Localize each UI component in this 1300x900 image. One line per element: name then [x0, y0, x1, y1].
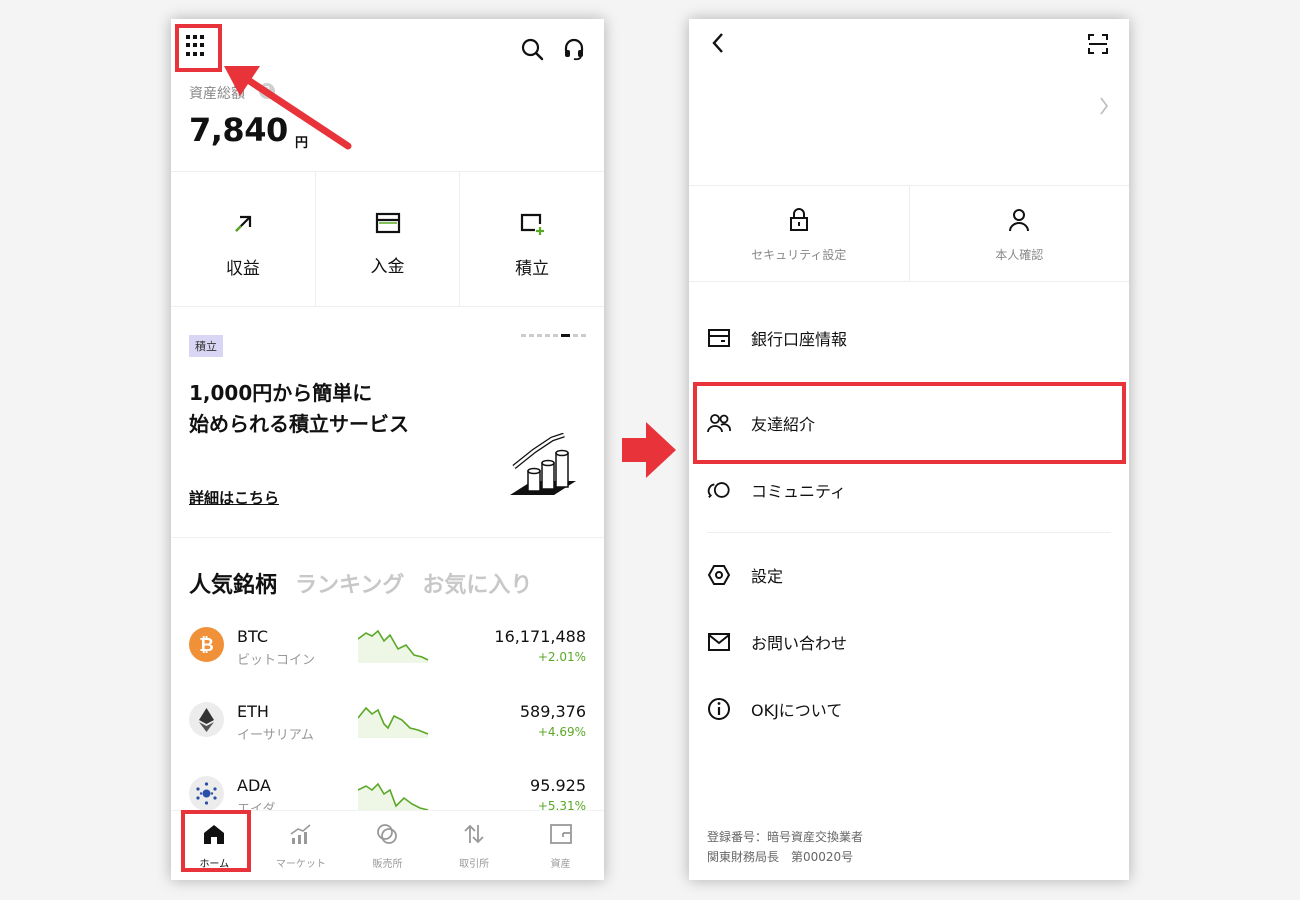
security-settings-button[interactable]: セキュリティ設定	[689, 186, 910, 281]
promo-banner[interactable]: 積立 1,000円から簡単に 始められる積立サービス 詳細はこちら	[171, 308, 604, 538]
wallet-icon	[549, 823, 573, 849]
menu-label: お問い合わせ	[751, 634, 848, 653]
menu-settings[interactable]: 設定	[707, 563, 783, 587]
info-icon	[707, 697, 731, 721]
coin-row-eth[interactable]: ETH イーサリアム 589,376 +4.69%	[171, 694, 604, 754]
settings-hexagon-icon	[707, 563, 731, 587]
quick-action-label: 入金	[370, 257, 405, 277]
quick-action-label: 積立	[515, 259, 550, 279]
header-actions	[520, 37, 586, 65]
recurring-plus-icon	[519, 212, 545, 240]
tab-ranking[interactable]: ランキング	[295, 567, 404, 599]
sparkline-chart	[357, 627, 430, 667]
quick-actions: 収益 入金 積立	[171, 171, 604, 307]
quick-action-deposit[interactable]: 入金	[316, 172, 461, 306]
coins-icon	[375, 823, 399, 849]
coin-name: イーサリアム	[237, 728, 314, 743]
quick-action-recurring[interactable]: 積立	[460, 172, 604, 306]
registration-note: 登録番号：暗号資産交換業者 関東財務局長 第00020号	[707, 830, 864, 864]
nav-label: マーケット	[275, 859, 326, 870]
nav-market[interactable]: マーケット	[258, 811, 345, 880]
highlight-referral	[693, 382, 1126, 464]
user-icon	[1008, 208, 1030, 236]
menu-about[interactable]: OKJについて	[707, 697, 842, 721]
menu-divider	[707, 532, 1111, 533]
coin-symbol: ADA	[237, 776, 271, 795]
carousel-indicator	[521, 334, 586, 337]
identity-verification-button[interactable]: 本人確認	[910, 186, 1130, 281]
tab-popular[interactable]: 人気銘柄	[189, 567, 277, 599]
search-icon[interactable]	[520, 37, 544, 65]
highlight-menu-grid	[175, 24, 222, 72]
back-arrow-icon[interactable]	[711, 31, 725, 59]
next-step-arrow-icon	[622, 422, 678, 482]
swap-arrows-icon	[462, 823, 486, 849]
quick-action-label: 収益	[225, 259, 260, 279]
coin-row-btc[interactable]: ₿ BTC ビットコイン 16,171,488 +2.01%	[171, 619, 604, 679]
coin-symbol: ETH	[237, 702, 269, 721]
svg-text:₿: ₿	[199, 635, 214, 656]
sparkline-chart	[357, 702, 430, 742]
menu-label: 銀行口座情報	[751, 330, 848, 349]
banner-badge: 積立	[189, 335, 223, 357]
highlight-home-tab	[181, 810, 251, 872]
menu-label: OKJについて	[751, 701, 843, 720]
coin-price: 16,171,488	[494, 627, 586, 646]
card-icon	[375, 212, 401, 238]
coin-change: +2.01%	[537, 650, 586, 664]
arrow-up-right-icon	[231, 212, 255, 240]
banner-details-link[interactable]: 詳細はこちら	[189, 487, 279, 508]
chevron-right-icon[interactable]	[1099, 96, 1109, 120]
market-tabs: 人気銘柄 ランキング お気に入り	[189, 567, 532, 599]
banner-title: 1,000円から簡単に 始められる積立サービス	[189, 381, 409, 436]
market-chart-icon	[289, 823, 313, 849]
menu-label: 設定	[751, 567, 784, 586]
security-settings-label: セキュリティ設定	[751, 248, 847, 262]
coin-price: 95.925	[530, 776, 586, 795]
nav-exchange[interactable]: 取引所	[431, 811, 518, 880]
lock-icon	[788, 208, 810, 236]
coin-symbol: BTC	[237, 627, 268, 646]
nav-label: 販売所	[372, 859, 403, 870]
account-security-row: セキュリティ設定 本人確認	[689, 185, 1129, 282]
menu-community[interactable]: コミュニティ	[707, 478, 846, 502]
annotation-arrow-icon	[220, 62, 356, 156]
scan-icon[interactable]	[1087, 33, 1109, 59]
coin-name: ビットコイン	[237, 653, 316, 668]
mail-icon	[707, 630, 731, 654]
nav-sales[interactable]: 販売所	[344, 811, 431, 880]
chat-bubbles-icon	[707, 478, 731, 502]
menu-label: コミュニティ	[751, 482, 847, 501]
menu-contact[interactable]: お問い合わせ	[707, 630, 847, 654]
quick-action-profit[interactable]: 収益	[171, 172, 316, 306]
bitcoin-icon: ₿	[189, 627, 224, 662]
card-icon	[707, 326, 731, 350]
cardano-icon	[189, 776, 224, 811]
identity-verification-label: 本人確認	[995, 248, 1044, 262]
ethereum-icon	[189, 702, 224, 737]
nav-label: 資産	[550, 859, 571, 870]
tab-favorites[interactable]: お気に入り	[422, 567, 532, 599]
menu-bank-account[interactable]: 銀行口座情報	[707, 326, 847, 350]
growth-chart-illustration	[506, 432, 581, 507]
nav-assets[interactable]: 資産	[517, 811, 604, 880]
coin-price: 589,376	[519, 702, 586, 721]
nav-label: 取引所	[459, 859, 490, 870]
support-headset-icon[interactable]	[562, 37, 586, 65]
coin-change: +4.69%	[537, 725, 586, 739]
